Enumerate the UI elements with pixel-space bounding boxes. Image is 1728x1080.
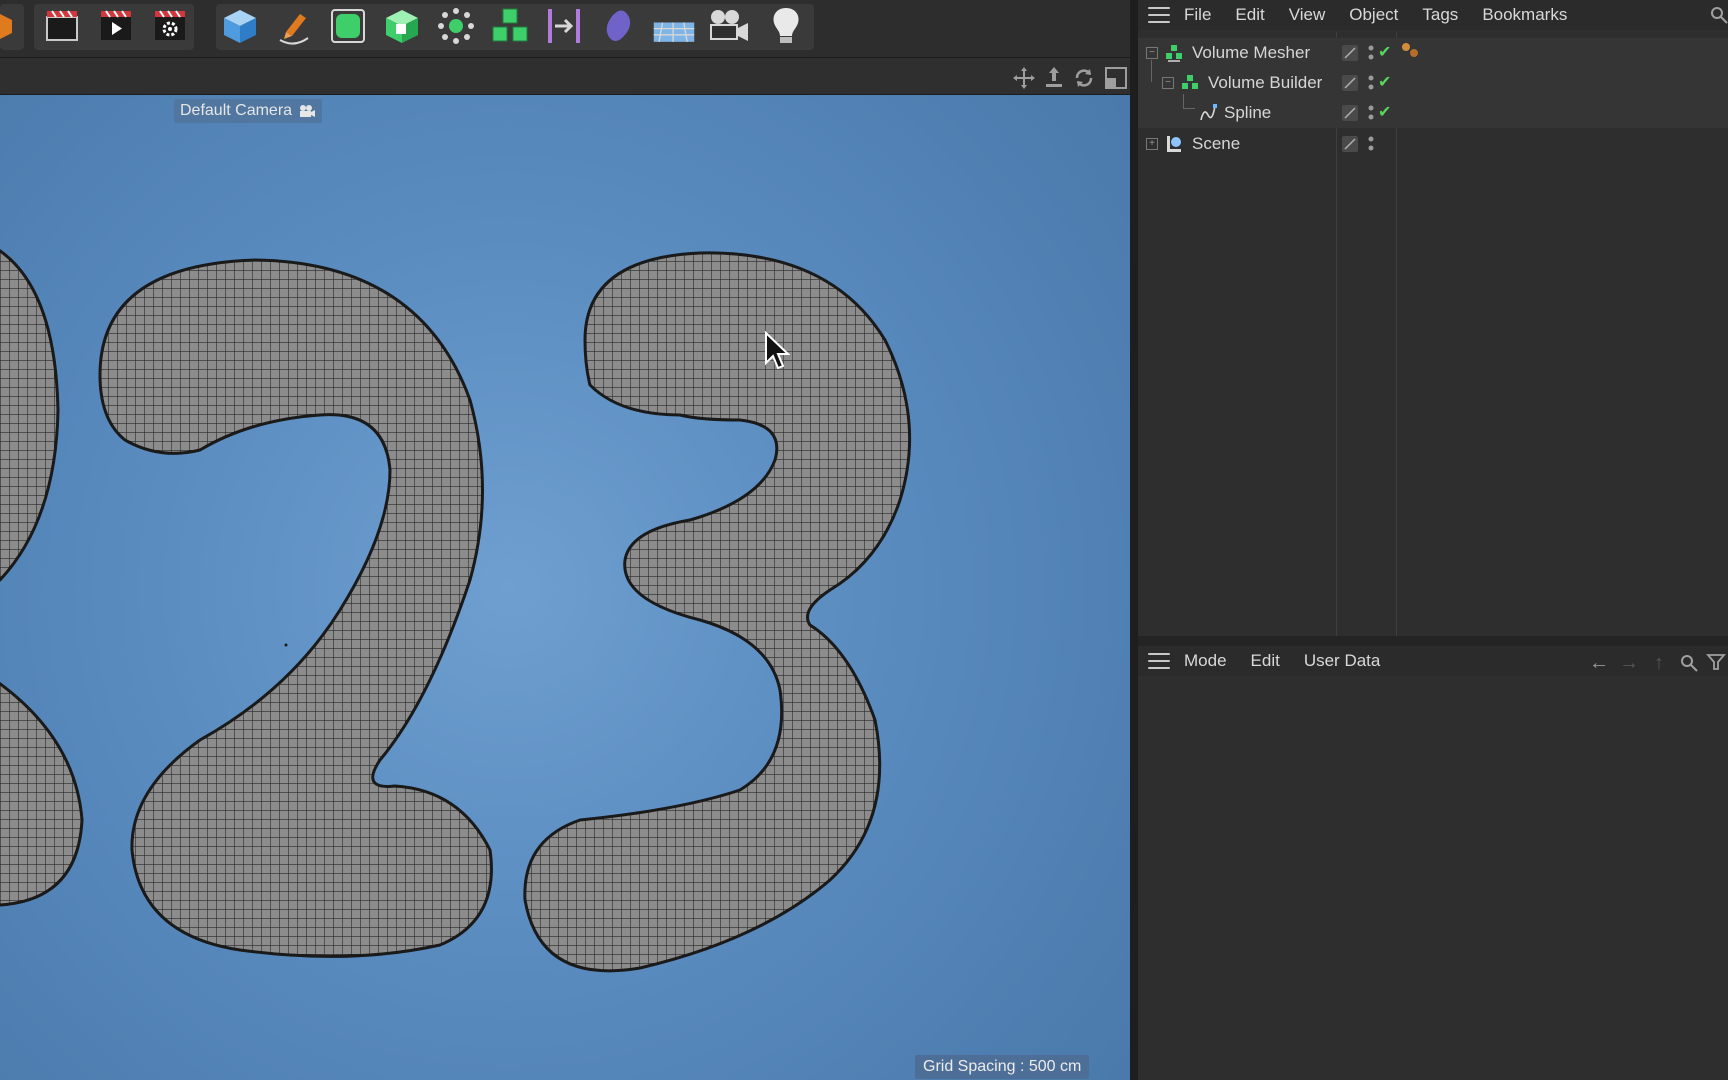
digit-2 xyxy=(98,258,493,958)
edit-layer-icon[interactable] xyxy=(1342,45,1358,61)
enabled-check-icon[interactable]: ✔ xyxy=(1378,102,1391,122)
back-arrow-icon[interactable]: ← xyxy=(1588,652,1610,674)
panel-splitter[interactable] xyxy=(1130,0,1138,1080)
up-arrow-icon[interactable]: ↑ xyxy=(1648,652,1670,674)
mouse-cursor-icon xyxy=(765,331,790,370)
tag-icon[interactable] xyxy=(1400,41,1422,61)
tree-item-spline[interactable]: Spline ✔ xyxy=(1138,94,1728,128)
floor-icon[interactable] xyxy=(652,4,696,48)
menu-tags[interactable]: Tags xyxy=(1422,5,1458,25)
maximize-view-icon[interactable] xyxy=(1104,66,1128,90)
field-icon[interactable] xyxy=(596,4,640,48)
filter-icon[interactable] xyxy=(1706,652,1726,672)
tree-item-volume-builder[interactable]: − Volume Builder ✔ xyxy=(1138,60,1728,98)
camera-small-icon xyxy=(300,105,316,117)
menu-file[interactable]: File xyxy=(1184,5,1211,25)
rotate-view-icon[interactable] xyxy=(1072,66,1096,90)
expand-toggle-icon[interactable]: + xyxy=(1146,138,1158,150)
hamburger-menu-icon[interactable] xyxy=(1148,653,1170,669)
menu-edit[interactable]: Edit xyxy=(1251,651,1280,671)
digit-3 xyxy=(523,251,912,973)
digit-1-lower xyxy=(0,681,84,907)
menu-edit[interactable]: Edit xyxy=(1235,5,1264,25)
menu-mode[interactable]: Mode xyxy=(1184,651,1227,671)
main-toolbar xyxy=(0,0,1138,58)
mograph-cloner-icon[interactable] xyxy=(488,4,532,48)
move-view-icon[interactable] xyxy=(1012,66,1036,90)
tree-item-label: Volume Builder xyxy=(1208,73,1323,92)
volume-mesher-icon xyxy=(1166,45,1182,62)
viewport-header xyxy=(0,58,1130,95)
camera-icon[interactable] xyxy=(706,4,750,48)
tree-item-label: Spline xyxy=(1224,103,1272,122)
tree-item-label: Scene xyxy=(1192,134,1241,153)
3d-viewport[interactable] xyxy=(0,95,1130,1080)
menu-bookmarks[interactable]: Bookmarks xyxy=(1482,5,1567,25)
enabled-check-icon[interactable]: ✔ xyxy=(1378,42,1391,62)
tree-item-volume-mesher[interactable]: − Volume Mesher ✔ xyxy=(1138,38,1728,68)
render-to-picture-viewer-icon[interactable] xyxy=(94,4,138,48)
hamburger-menu-icon[interactable] xyxy=(1148,7,1170,23)
light-icon[interactable] xyxy=(764,4,808,48)
edit-layer-icon[interactable] xyxy=(1342,105,1358,121)
scene-icon xyxy=(1167,136,1181,152)
manager-splitter[interactable] xyxy=(1138,636,1728,646)
forward-arrow-icon[interactable]: → xyxy=(1618,652,1640,674)
enabled-check-icon[interactable]: ✔ xyxy=(1378,72,1391,92)
tree-line xyxy=(1183,108,1195,109)
object-icon[interactable] xyxy=(0,4,22,48)
cube-icon[interactable] xyxy=(218,4,262,48)
menu-object[interactable]: Object xyxy=(1349,5,1398,25)
edit-layer-icon[interactable] xyxy=(1342,136,1358,152)
digit-1-upper xyxy=(0,249,60,582)
menu-view[interactable]: View xyxy=(1289,5,1326,25)
render-view-icon[interactable] xyxy=(40,4,84,48)
zoom-view-icon[interactable] xyxy=(1042,66,1066,90)
cloner-icon[interactable] xyxy=(434,4,478,48)
collapse-toggle-icon[interactable]: − xyxy=(1162,77,1174,89)
camera-label[interactable]: Default Camera xyxy=(174,99,323,123)
mesh-digits-render xyxy=(0,249,912,973)
object-manager-menubar: File Edit View Object Tags Bookmarks xyxy=(1138,0,1728,30)
edit-layer-icon[interactable] xyxy=(1342,75,1358,91)
pen-tool-icon[interactable] xyxy=(272,4,316,48)
render-settings-icon[interactable] xyxy=(148,4,192,48)
grid-spacing-label: Grid Spacing : 500 cm xyxy=(915,1055,1090,1079)
deformer-icon[interactable] xyxy=(542,4,586,48)
tree-item-scene[interactable]: + Scene xyxy=(1138,129,1728,159)
visibility-dots-icon[interactable] xyxy=(1368,135,1374,153)
tree-line xyxy=(1183,94,1184,108)
visibility-dots-icon[interactable] xyxy=(1368,44,1374,62)
menu-user-data[interactable]: User Data xyxy=(1304,651,1381,671)
visibility-dots-icon[interactable] xyxy=(1368,104,1374,122)
spline-icon xyxy=(1200,104,1217,121)
collapse-toggle-icon[interactable]: − xyxy=(1146,47,1158,59)
volume-builder-icon xyxy=(1182,75,1198,89)
attribute-manager xyxy=(1138,678,1728,1080)
toolbar-group-left xyxy=(0,4,24,50)
visibility-dots-icon[interactable] xyxy=(1368,74,1374,92)
search-icon[interactable] xyxy=(1680,654,1698,672)
camera-name: Default Camera xyxy=(180,102,293,119)
search-icon[interactable] xyxy=(1710,6,1728,24)
tree-item-label: Volume Mesher xyxy=(1192,43,1311,62)
subdivision-surface-icon[interactable] xyxy=(326,4,370,48)
extrude-icon[interactable] xyxy=(380,4,424,48)
tree-line xyxy=(1151,60,1152,82)
